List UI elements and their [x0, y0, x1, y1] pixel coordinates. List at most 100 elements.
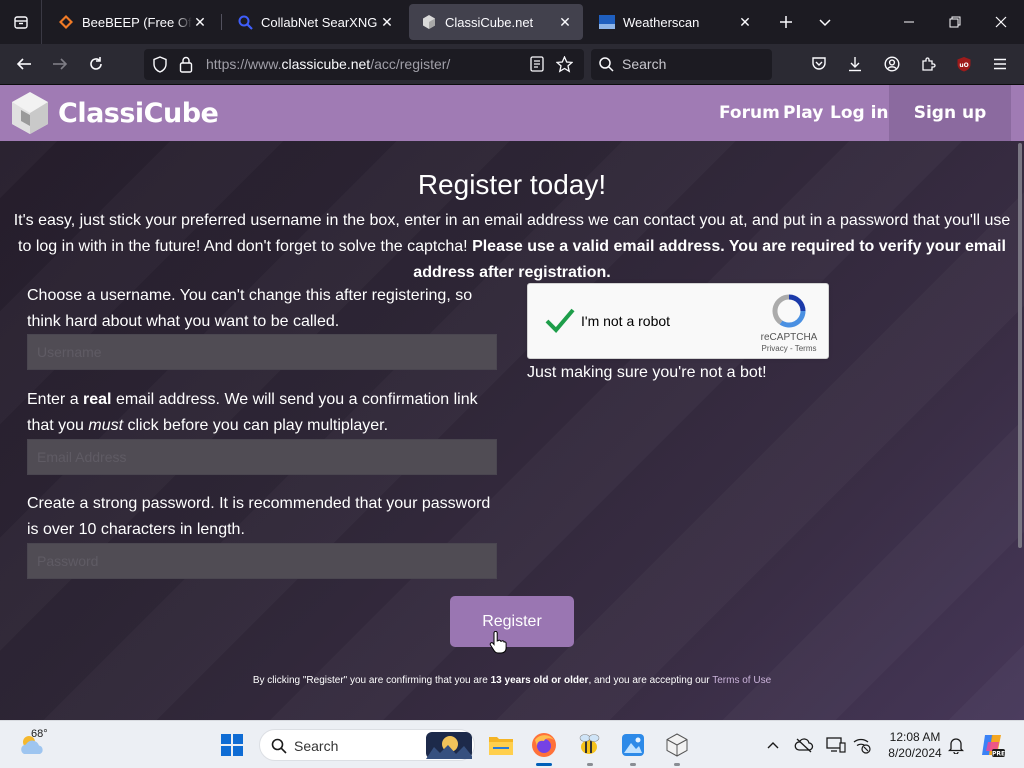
ublock-origin-icon: uO [957, 57, 971, 72]
firefox-active-indicator [536, 763, 552, 766]
recaptcha-label: I'm not a robot [581, 313, 671, 329]
list-all-tabs-button[interactable] [811, 8, 839, 36]
bell-icon [948, 738, 964, 754]
ublock-button[interactable]: uO [950, 50, 978, 78]
register-button[interactable]: Register [450, 596, 574, 647]
close-icon [995, 16, 1007, 28]
url-text[interactable]: https://www.classicube.net/acc/register/ [206, 56, 450, 72]
extensions-button[interactable] [914, 50, 942, 78]
app-menu-button[interactable] [986, 50, 1014, 78]
close-tab-icon[interactable]: ✕ [737, 14, 753, 30]
nav-link-play[interactable]: Play [783, 85, 823, 141]
nav-link-login[interactable]: Log in [830, 85, 889, 141]
bee-app-icon [579, 734, 600, 754]
forward-button[interactable] [46, 50, 74, 78]
intro-paragraph: It's easy, just stick your preferred use… [13, 212, 1011, 281]
photos-running-indicator [630, 763, 636, 766]
browser-tab-strip: BeeBEEP (Free Office M ✕ CollabNet SearX… [0, 0, 1024, 44]
start-button[interactable] [216, 729, 248, 761]
back-arrow-icon [16, 58, 31, 70]
password-input[interactable] [27, 543, 497, 579]
email-label: Enter a real email address. We will send… [27, 391, 478, 434]
taskbar-search-box[interactable]: Search [259, 729, 475, 761]
site-logo[interactable]: ClassiCube [10, 90, 219, 136]
reload-icon [90, 57, 102, 70]
network-volume-tray[interactable] [846, 729, 878, 761]
site-logo-text: ClassiCube [58, 97, 219, 129]
shield-icon[interactable] [152, 56, 168, 73]
cloud-offline-icon [794, 738, 814, 753]
tab-classicube[interactable]: ClassiCube.net ✕ [409, 4, 583, 40]
recaptcha-links[interactable]: Privacy - Terms [754, 344, 824, 353]
firefox-icon [532, 733, 556, 757]
new-tab-button[interactable] [772, 8, 800, 36]
windows-taskbar: 68° Search 12:08 AM 8/20/2024 PRE [0, 720, 1024, 768]
taskbar-firefox[interactable] [528, 729, 560, 761]
close-tab-icon[interactable]: ✕ [557, 14, 573, 30]
reload-button[interactable] [82, 50, 110, 78]
cube-app-running-indicator [674, 763, 680, 766]
legal-notice: By clicking "Register" you are confirmin… [252, 675, 772, 686]
site-header: ClassiCube Forum Play Log in Sign up [0, 85, 1024, 141]
searxng-favicon [237, 14, 253, 30]
show-hidden-icons-button[interactable] [757, 729, 789, 761]
search-bar[interactable]: Search [591, 49, 772, 80]
download-icon [849, 57, 861, 72]
nav-link-forum[interactable]: Forum [719, 85, 780, 141]
chevron-up-icon [767, 742, 779, 749]
close-window-button[interactable] [978, 0, 1024, 44]
reader-view-icon[interactable] [530, 56, 544, 72]
back-button[interactable] [10, 50, 38, 78]
account-icon [884, 56, 900, 72]
bee-app-running-indicator [587, 763, 593, 766]
classicube-logo-icon [12, 92, 48, 134]
address-bar[interactable]: https://www.classicube.net/acc/register/ [144, 49, 584, 80]
nav-link-signup[interactable]: Sign up [889, 85, 1011, 141]
minimize-icon [904, 21, 914, 23]
cube-app-icon [666, 733, 688, 757]
username-label: Choose a username. You can't change this… [27, 287, 473, 330]
tab-weatherscan[interactable]: Weatherscan ✕ [587, 4, 763, 40]
recaptcha-logo-icon [772, 294, 806, 328]
windows-start-icon [221, 734, 243, 756]
web-page: ClassiCube Forum Play Log in Sign up Reg… [0, 85, 1024, 720]
taskbar-photos[interactable] [617, 729, 649, 761]
pocket-button[interactable] [805, 50, 833, 78]
close-tab-icon[interactable]: ✕ [192, 14, 208, 30]
terms-of-use-link[interactable]: Terms of Use [712, 675, 771, 686]
restore-button[interactable] [932, 0, 978, 44]
checkmark-icon[interactable] [544, 306, 576, 334]
search-icon [599, 57, 614, 72]
tab-beebeep[interactable]: BeeBEEP (Free Office M ✕ [46, 4, 218, 40]
tab-list-button[interactable] [0, 0, 42, 44]
copilot-button[interactable]: PRE [976, 729, 1008, 761]
tab-title: BeeBEEP (Free Office M [82, 14, 192, 30]
bookmark-star-icon[interactable] [556, 56, 573, 73]
page-title: Register today! [417, 169, 607, 200]
taskbar-file-explorer[interactable] [485, 729, 517, 761]
downloads-button[interactable] [841, 50, 869, 78]
email-input[interactable] [27, 439, 497, 475]
lock-icon[interactable] [179, 56, 193, 73]
account-button[interactable] [878, 50, 906, 78]
weatherscan-favicon [599, 14, 615, 30]
pocket-icon [812, 57, 826, 70]
chevron-down-icon [819, 19, 831, 27]
taskbar-bee-app[interactable] [573, 729, 605, 761]
username-input[interactable] [27, 334, 497, 370]
captcha-note: Just making sure you're not a bot! [527, 364, 767, 381]
search-icon [271, 738, 287, 754]
tab-searxng[interactable]: CollabNet SearXNG ✕ [225, 4, 405, 40]
page-scrollbar[interactable] [1016, 141, 1024, 720]
tab-title: Weatherscan [623, 14, 700, 30]
taskbar-cube-app[interactable] [661, 729, 693, 761]
notifications-button[interactable] [940, 729, 972, 761]
minimize-button[interactable] [886, 0, 932, 44]
cloud-sync-tray[interactable] [788, 729, 820, 761]
close-tab-icon[interactable]: ✕ [379, 14, 395, 30]
scrollbar-thumb[interactable] [1018, 143, 1022, 548]
hamburger-menu-icon [994, 58, 1006, 70]
taskbar-search-placeholder: Search [294, 738, 339, 754]
network-disconnected-icon [853, 738, 871, 754]
monitor-icon [826, 737, 846, 753]
